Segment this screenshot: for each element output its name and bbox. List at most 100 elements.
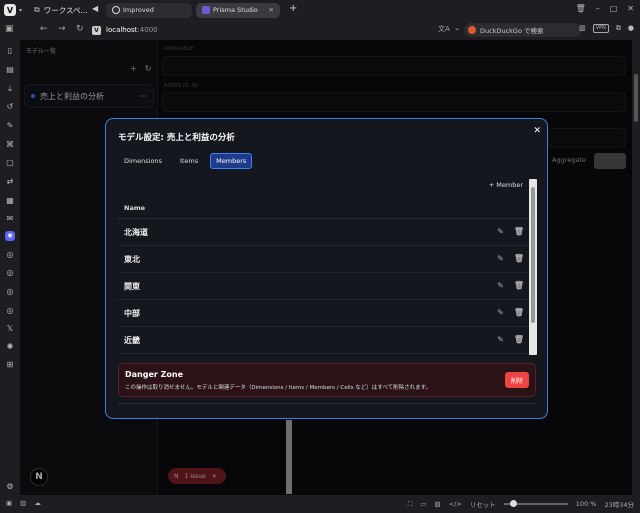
divider <box>118 403 536 404</box>
close-icon[interactable]: ✕ <box>533 126 541 136</box>
web-panel-icon[interactable]: ◎ <box>5 268 15 278</box>
calendar-icon[interactable]: ▦ <box>5 196 15 206</box>
forward-icon[interactable]: → <box>58 24 66 34</box>
extensions-icon[interactable]: ⧉ <box>616 24 621 33</box>
github-icon <box>112 6 120 14</box>
member-name: 中部 <box>124 308 140 318</box>
members-scrollbar[interactable] <box>529 179 537 355</box>
x-icon[interactable]: 𝕏 <box>5 324 15 334</box>
url-field[interactable]: V localhost:4000 <box>92 23 462 37</box>
trash-icon[interactable]: 🗑 <box>514 308 524 317</box>
page-scrollbar[interactable] <box>632 40 640 495</box>
mail-icon[interactable]: ✉ <box>5 214 15 224</box>
web-panel-icon[interactable]: ◎ <box>5 287 15 297</box>
workspace-button[interactable]: ⧉ ワークスペ... <box>34 5 88 16</box>
reader-icon[interactable]: ▥ <box>579 24 586 33</box>
member-name: 近畿 <box>124 335 140 345</box>
vivaldi-logo-icon[interactable]: V <box>4 4 16 16</box>
panel-toggle-icon[interactable]: ▣ <box>5 24 14 34</box>
reset-zoom-button[interactable]: リセット <box>470 499 496 509</box>
site-info-icon[interactable]: V <box>92 25 101 35</box>
trash-icon[interactable]: 🗑 <box>514 281 524 290</box>
reload-icon[interactable]: ↻ <box>76 24 84 34</box>
duckduckgo-icon <box>468 26 476 34</box>
table-row: 中部 ✎ 🗑 <box>118 300 530 327</box>
tab-improved[interactable]: Improved <box>106 2 192 18</box>
scrollbar-thumb[interactable] <box>531 187 535 323</box>
edit-icon[interactable]: ✎ <box>497 254 504 263</box>
history-icon[interactable]: ↺ <box>5 102 15 112</box>
search-placeholder: DuckDuckGo で検索 <box>480 27 544 35</box>
back-icon[interactable]: ← <box>40 24 48 34</box>
notes-icon[interactable]: ✎ <box>5 121 15 131</box>
edit-icon[interactable]: ✎ <box>497 308 504 317</box>
danger-description: この操作は取り消せません。モデルと関連データ（Dimensions / Item… <box>125 385 432 391</box>
tab-label: Prisma Studio <box>213 6 258 14</box>
edit-icon[interactable]: ✎ <box>497 227 504 236</box>
member-name: 東北 <box>124 254 140 264</box>
close-tab-icon[interactable]: ✕ <box>269 6 274 14</box>
vpn-badge[interactable]: VPN <box>592 24 609 33</box>
table-row: 北海道 ✎ 🗑 <box>118 219 530 246</box>
maximize-icon[interactable]: □ <box>610 4 618 13</box>
translate-panel-icon[interactable]: ⌘ <box>5 140 15 150</box>
web-panel-icon[interactable]: ◎ <box>5 250 15 260</box>
delete-model-button[interactable]: 削除 <box>505 372 529 388</box>
danger-zone: Danger Zone この操作は取り消せません。モデルと関連データ（Dimen… <box>118 363 536 397</box>
scrollbar-thumb[interactable] <box>634 74 638 122</box>
tab-members[interactable]: Members <box>210 153 253 169</box>
new-tab-icon[interactable]: + <box>289 3 297 14</box>
trash-icon[interactable]: 🗑 <box>514 227 524 236</box>
minimize-icon[interactable]: – <box>596 4 600 13</box>
code-icon[interactable]: </> <box>449 500 462 508</box>
translate-icon[interactable]: 文A <box>438 24 450 34</box>
prisma-icon <box>202 6 210 14</box>
table-row: 東北 ✎ 🗑 <box>118 246 530 273</box>
profile-icon[interactable]: ● <box>628 24 634 33</box>
capture-icon[interactable]: ⛶ <box>408 500 413 509</box>
table-header: Name <box>118 197 530 219</box>
web-panel-icon[interactable]: ◎ <box>5 306 15 316</box>
add-panel-icon[interactable]: ⊞ <box>5 360 15 370</box>
tab-prisma-studio[interactable]: Prisma Studio ✕ <box>196 2 280 18</box>
panel-toggle-icon[interactable]: ▣ <box>6 499 12 507</box>
danger-title: Danger Zone <box>125 370 184 379</box>
model-settings-modal: モデル設定: 売上と利益の分析 ✕ Dimensions Items Membe… <box>105 118 548 419</box>
tab-items[interactable]: Items <box>174 153 204 169</box>
trash-icon[interactable]: 🗑 <box>514 254 524 263</box>
bookmarks-icon[interactable]: ▯ <box>5 46 15 56</box>
modal-tabs: Dimensions Items Members <box>118 153 253 169</box>
edit-icon[interactable]: ✎ <box>497 281 504 290</box>
sync-icon[interactable]: ⇄ <box>5 177 15 187</box>
speaker-icon[interactable]: ◀ <box>92 4 98 13</box>
trash-icon[interactable]: 🗑 <box>514 335 524 344</box>
zoom-slider[interactable] <box>503 500 568 507</box>
tab-label: Improved <box>123 6 154 14</box>
tile-icon[interactable]: ▭ <box>420 500 426 508</box>
trash-icon[interactable]: 🗑 <box>576 4 586 13</box>
cloud-icon[interactable]: ☁ <box>34 499 41 507</box>
downloads-icon[interactable]: ⤓ <box>5 84 15 94</box>
discord-icon[interactable]: ◉ <box>5 231 15 241</box>
close-window-icon[interactable]: ✕ <box>627 4 634 13</box>
chevron-down-icon[interactable]: ▾ <box>19 7 22 14</box>
image-icon[interactable]: ▨ <box>435 500 441 508</box>
table-row: 近畿 ✎ 🗑 <box>118 327 530 354</box>
reading-list-icon[interactable]: ▤ <box>5 65 15 75</box>
chatgpt-icon[interactable]: ✺ <box>5 342 15 352</box>
window-icon[interactable]: ▢ <box>5 158 15 168</box>
table-row: 関東 ✎ 🗑 <box>118 273 530 300</box>
edit-icon[interactable]: ✎ <box>497 335 504 344</box>
tab-dimensions[interactable]: Dimensions <box>118 153 168 169</box>
chevron-down-icon[interactable]: ⌄ <box>454 24 460 32</box>
name-column-header: Name <box>124 203 146 212</box>
status-bar: ▣ ▥ ☁ ⛶ ▭ ▨ </> リセット 100 % 23時34分 <box>0 495 640 513</box>
settings-icon[interactable]: ⚙ <box>5 482 15 492</box>
member-name: 北海道 <box>124 227 148 237</box>
add-member-button[interactable]: + Member <box>489 181 523 189</box>
search-field[interactable]: DuckDuckGo で検索 <box>464 23 582 37</box>
url-host: localhost <box>106 26 138 34</box>
tiling-icon[interactable]: ▥ <box>20 499 26 507</box>
workspace-label: ワークスペ... <box>43 5 88 15</box>
clock: 23時34分 <box>604 501 634 509</box>
